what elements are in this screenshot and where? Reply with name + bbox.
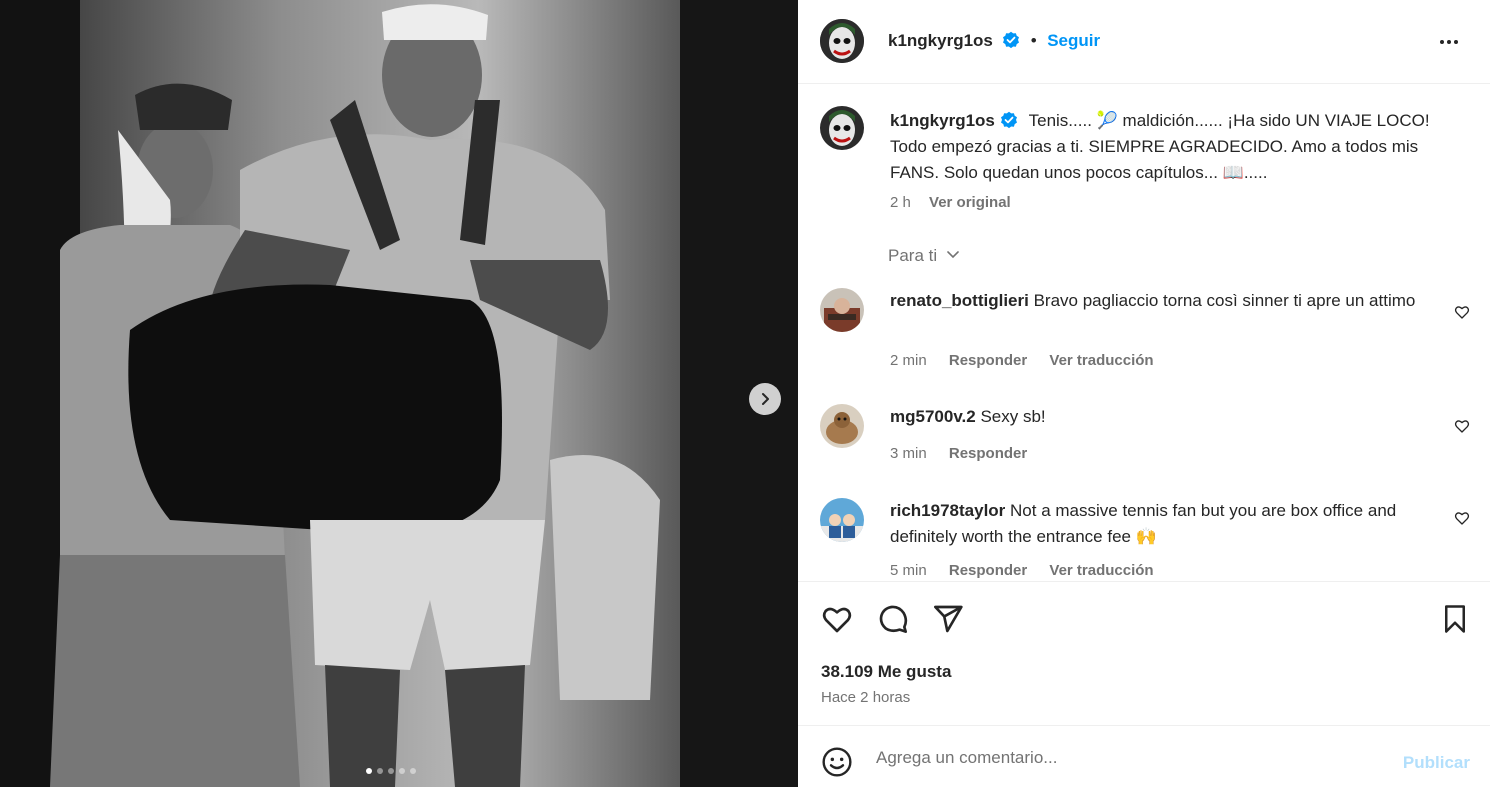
next-slide-button[interactable]: [749, 383, 781, 415]
comment-content: rich1978taylor Not a massive tennis fan …: [890, 498, 1430, 550]
commenter-username[interactable]: renato_bottiglieri: [890, 291, 1029, 310]
reply-button[interactable]: Responder: [949, 352, 1027, 369]
carousel-dot: [388, 768, 394, 774]
caption-author-avatar[interactable]: [820, 106, 864, 150]
emoji-icon[interactable]: [821, 746, 853, 778]
caption-username[interactable]: k1ngkyrg1os: [890, 111, 995, 130]
follow-button[interactable]: Seguir: [1047, 31, 1100, 50]
carousel-indicator: [366, 768, 416, 774]
comment-time: 2 min: [890, 352, 927, 369]
comment-item: mg5700v.2 Sexy sb! 3 min Responder: [798, 404, 1490, 474]
comment-content: mg5700v.2 Sexy sb!: [890, 404, 1430, 430]
comments-sort-dropdown[interactable]: Para ti: [888, 246, 960, 266]
commenter-avatar[interactable]: [820, 404, 864, 448]
header-separator: •: [1030, 31, 1037, 50]
post-photo: [0, 0, 798, 787]
caption-time: 2 h: [890, 194, 911, 211]
translate-button[interactable]: Ver traducción: [1049, 352, 1153, 369]
comment-item: rich1978taylor Not a massive tennis fan …: [798, 498, 1490, 581]
chevron-right-icon: [762, 393, 769, 405]
commenter-username[interactable]: mg5700v.2: [890, 407, 976, 426]
comment-icon[interactable]: [877, 603, 909, 635]
carousel-dot: [366, 768, 372, 774]
reply-button[interactable]: Responder: [949, 562, 1027, 579]
commenter-username[interactable]: rich1978taylor: [890, 501, 1005, 520]
save-bookmark-icon[interactable]: [1440, 603, 1470, 635]
comment-like-icon[interactable]: [1454, 418, 1470, 434]
see-original-link[interactable]: Ver original: [929, 194, 1011, 211]
comment-meta: 5 min Responder Ver traducción: [890, 562, 1172, 579]
carousel-dot: [377, 768, 383, 774]
comment-time: 5 min: [890, 562, 927, 579]
reply-button[interactable]: Responder: [949, 445, 1027, 462]
comment-meta: 3 min Responder: [890, 445, 1045, 462]
avatar-image: [820, 404, 864, 448]
sort-label: Para ti: [888, 246, 938, 265]
comment-like-icon[interactable]: [1454, 304, 1470, 320]
avatar-image: [820, 498, 864, 542]
more-options-icon[interactable]: [1440, 30, 1464, 54]
header-title-row: k1ngkyrg1os • Seguir: [888, 31, 1100, 51]
post-details-pane: k1ngkyrg1os • Seguir k1ngkyrg1os Tenis..…: [798, 0, 1490, 787]
carousel-dot: [410, 768, 416, 774]
post-caption: k1ngkyrg1os Tenis..... 🎾 maldición......…: [890, 108, 1450, 186]
author-avatar[interactable]: [820, 19, 864, 63]
likes-count[interactable]: 38.109 Me gusta: [821, 662, 951, 682]
comments-scroll-area[interactable]: k1ngkyrg1os Tenis..... 🎾 maldición......…: [798, 84, 1490, 581]
avatar-image: [820, 288, 864, 332]
comment-content: renato_bottiglieri Bravo pagliaccio torn…: [890, 288, 1430, 314]
comment-text: Bravo pagliaccio torna così sinner ti ap…: [1033, 291, 1416, 310]
comment-input[interactable]: [876, 744, 1376, 772]
comment-meta: 2 min Responder Ver traducción: [890, 352, 1172, 369]
publish-button[interactable]: Publicar: [1403, 753, 1470, 773]
caption-meta: 2 h Ver original: [890, 194, 1011, 211]
carousel-dot: [399, 768, 405, 774]
post-media: [0, 0, 798, 787]
comment-like-icon[interactable]: [1454, 510, 1470, 526]
posted-time: Hace 2 horas: [821, 689, 911, 706]
commenter-avatar[interactable]: [820, 498, 864, 542]
comment-time: 3 min: [890, 445, 927, 462]
avatar-image: [820, 106, 864, 150]
commenter-avatar[interactable]: [820, 288, 864, 332]
share-icon[interactable]: [932, 603, 964, 635]
comment-item: renato_bottiglieri Bravo pagliaccio torn…: [798, 288, 1490, 378]
comment-text: Sexy sb!: [980, 407, 1046, 426]
post-actions: 38.109 Me gusta Hace 2 horas: [798, 581, 1490, 725]
comment-composer: Publicar: [798, 725, 1490, 787]
like-icon[interactable]: [821, 603, 853, 635]
chevron-down-icon: [947, 251, 959, 259]
translate-button[interactable]: Ver traducción: [1049, 562, 1153, 579]
verified-badge-icon: [1003, 31, 1020, 49]
avatar-image: [820, 19, 864, 63]
author-username[interactable]: k1ngkyrg1os: [888, 31, 993, 50]
post-header: k1ngkyrg1os • Seguir: [798, 0, 1490, 84]
verified-badge-icon: [1000, 111, 1017, 129]
